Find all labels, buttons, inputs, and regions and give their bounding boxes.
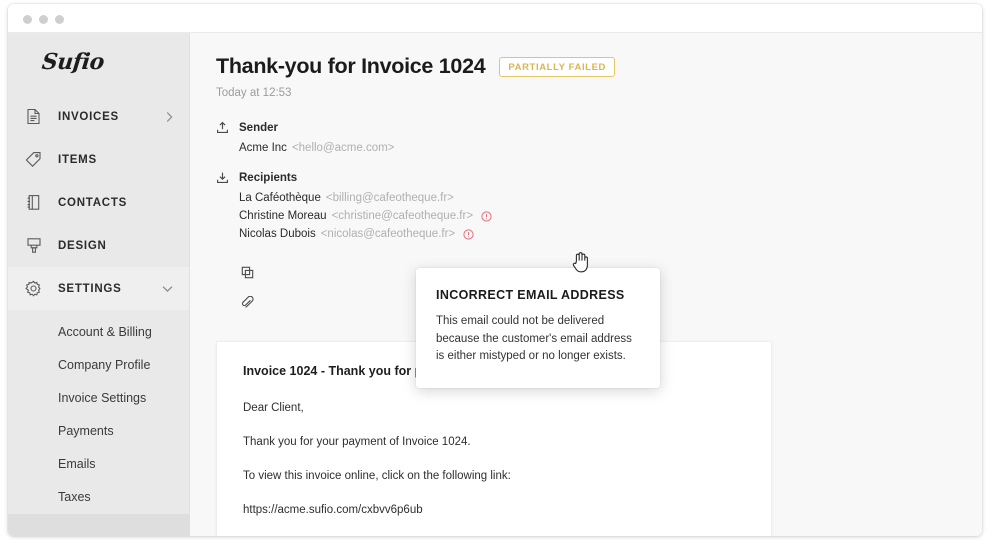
- email-paragraph: Thank you for your payment of Invoice 10…: [243, 436, 471, 448]
- status-badge: PARTIALLY FAILED: [499, 56, 615, 77]
- email-invoice-link[interactable]: https://acme.sufio.com/cxbvv6p6ub: [243, 502, 745, 519]
- recipient-row: Christine Moreau <christine@cafeotheque.…: [239, 207, 982, 225]
- recipient-name: Nicolas Dubois: [239, 228, 316, 240]
- recipient-email: <nicolas@cafeotheque.fr>: [320, 228, 456, 240]
- recipient-name: La Caféothèque: [239, 192, 321, 204]
- traffic-light-buttons: [23, 15, 64, 24]
- sidebar-item-label: DESIGN: [58, 239, 107, 252]
- sidebar-item-items[interactable]: ITEMS: [8, 138, 189, 181]
- chevron-right-icon[interactable]: [166, 111, 173, 122]
- sidebar-nav: INVOICES ITEMS CONTACTS DESIGN SETTINGS …: [8, 95, 189, 514]
- sidebar-item-account-billing[interactable]: Account & Billing: [8, 316, 189, 349]
- sidebar-item-design[interactable]: DESIGN: [8, 224, 189, 267]
- address-book-icon: [25, 194, 42, 211]
- sidebar-footer: [8, 514, 190, 536]
- sender-heading: Sender: [216, 121, 982, 134]
- app-body: Sufio INVOICES ITEMS CONTACTS DESIGN SET…: [8, 33, 982, 536]
- recipients-label: Recipients: [239, 171, 298, 184]
- sidebar-item-settings[interactable]: SETTINGS: [8, 267, 189, 310]
- download-arrow-icon: [216, 171, 229, 184]
- copy-icon: [241, 266, 254, 279]
- email-paragraph: To view this invoice online, click on th…: [243, 470, 511, 482]
- page-title: Thank-you for Invoice 1024: [216, 54, 486, 78]
- main-content: Thank-you for Invoice 1024 PARTIALLY FAI…: [191, 33, 982, 536]
- paintbrush-icon: [25, 237, 42, 254]
- tag-icon: [25, 151, 42, 168]
- sidebar-item-label: SETTINGS: [58, 282, 122, 295]
- recipient-row: Nicolas Dubois <nicolas@cafeotheque.fr>: [239, 225, 982, 243]
- sidebar-item-invoices[interactable]: INVOICES: [8, 95, 189, 138]
- page-timestamp: Today at 12:53: [216, 87, 292, 99]
- error-circle-icon[interactable]: [481, 210, 492, 222]
- tooltip-body: This email could not be delivered becaus…: [436, 315, 632, 362]
- recipient-name: Christine Moreau: [239, 210, 327, 222]
- sender-value: Acme Inc <hello@acme.com>: [239, 139, 982, 157]
- upload-arrow-icon: [216, 121, 229, 134]
- sufio-logo[interactable]: Sufio: [41, 49, 106, 75]
- sidebar-item-invoice-settings[interactable]: Invoice Settings: [8, 382, 189, 415]
- email-paragraph: Dear Client,: [243, 402, 304, 414]
- app-window: Sufio INVOICES ITEMS CONTACTS DESIGN SET…: [8, 4, 982, 536]
- close-window-button[interactable]: [23, 15, 32, 24]
- sender-name: Acme Inc: [239, 142, 287, 154]
- recipient-email: <christine@cafeotheque.fr>: [331, 210, 474, 222]
- sidebar-item-label: CONTACTS: [58, 196, 128, 209]
- sidebar-item-company-profile[interactable]: Company Profile: [8, 349, 189, 382]
- paperclip-icon: [241, 295, 254, 309]
- maximize-window-button[interactable]: [55, 15, 64, 24]
- recipients-heading: Recipients: [216, 171, 982, 184]
- sidebar-item-contacts[interactable]: CONTACTS: [8, 181, 189, 224]
- sender-group: Sender Acme Inc <hello@acme.com>: [216, 121, 982, 157]
- error-circle-icon[interactable]: [463, 228, 474, 240]
- sender-label: Sender: [239, 121, 278, 134]
- sidebar-item-payments[interactable]: Payments: [8, 415, 189, 448]
- sidebar-item-taxes[interactable]: Taxes: [8, 481, 189, 514]
- sidebar-item-emails[interactable]: Emails: [8, 448, 189, 481]
- sender-email: <hello@acme.com>: [291, 142, 395, 154]
- recipient-email: <billing@cafeotheque.fr>: [325, 192, 454, 204]
- tooltip-title: INCORRECT EMAIL ADDRESS: [436, 288, 625, 302]
- chevron-down-icon[interactable]: [162, 285, 173, 292]
- gear-icon: [25, 280, 42, 297]
- recipients-group: Recipients La Caféothèque <billing@cafeo…: [216, 171, 982, 243]
- sidebar-item-label: ITEMS: [58, 153, 97, 166]
- sidebar: Sufio INVOICES ITEMS CONTACTS DESIGN SET…: [8, 33, 190, 514]
- minimize-window-button[interactable]: [39, 15, 48, 24]
- window-titlebar: [8, 4, 982, 33]
- title-row: Thank-you for Invoice 1024 PARTIALLY FAI…: [216, 54, 982, 79]
- recipient-row: La Caféothèque <billing@cafeotheque.fr>: [239, 189, 982, 207]
- error-tooltip: INCORRECT EMAIL ADDRESS This email could…: [416, 268, 660, 388]
- document-icon: [25, 108, 42, 125]
- sidebar-item-label: INVOICES: [58, 110, 119, 123]
- page-header: Thank-you for Invoice 1024 PARTIALLY FAI…: [191, 33, 982, 99]
- settings-subnav: Account & Billing Company Profile Invoic…: [8, 316, 189, 514]
